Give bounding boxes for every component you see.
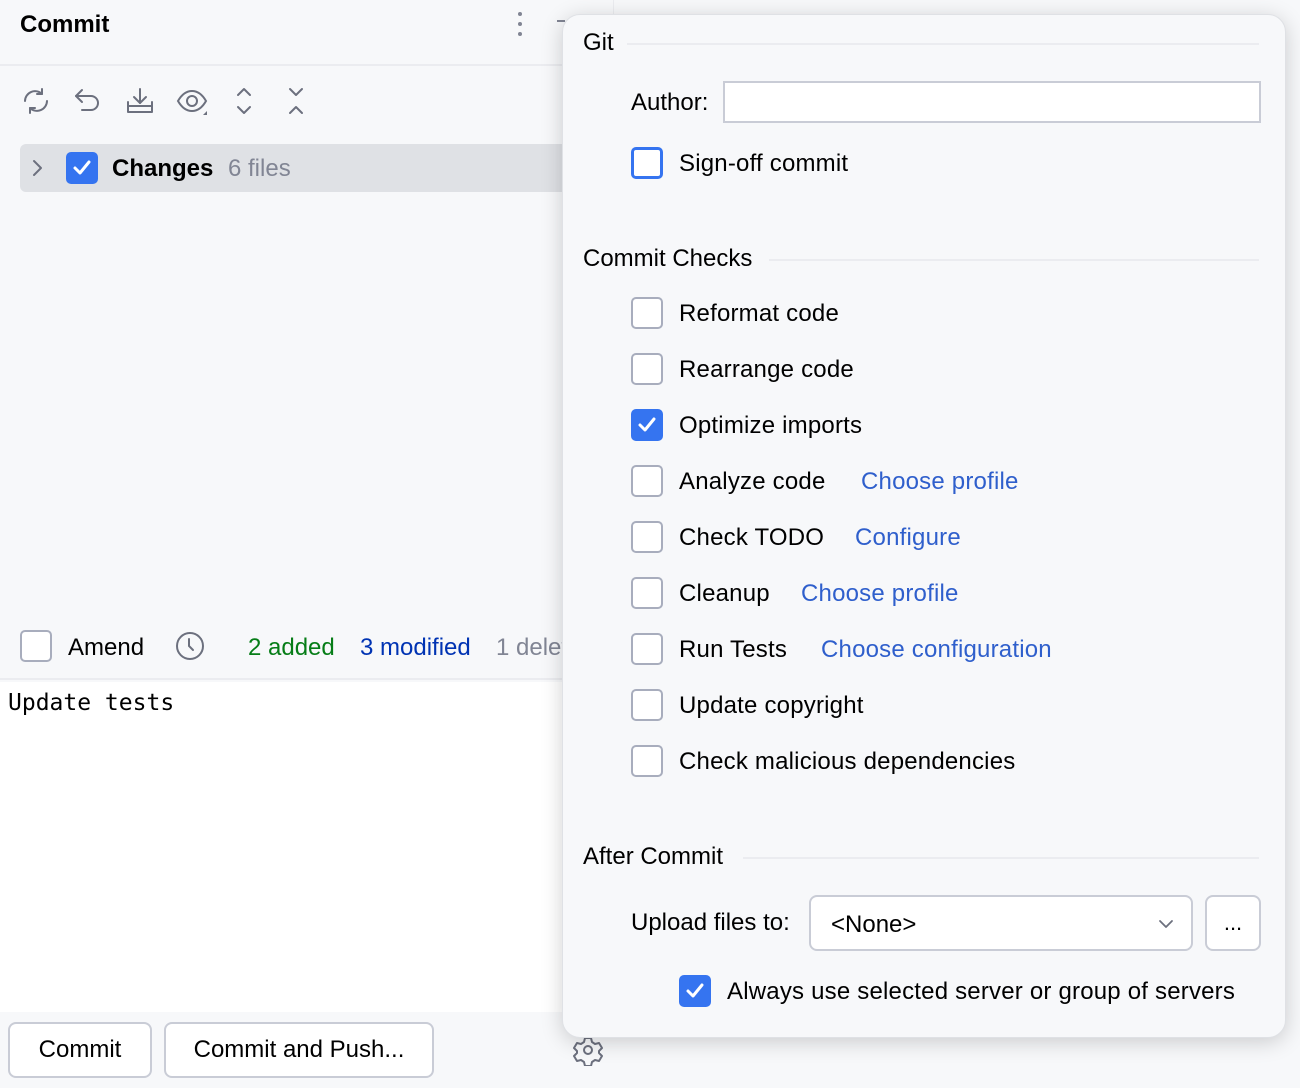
git-section-divider	[627, 43, 1259, 45]
more-options-icon[interactable]	[514, 12, 526, 40]
after-commit-section-title: After Commit	[583, 843, 724, 870]
commit-check-label[interactable]: Run Tests	[679, 636, 787, 664]
commit-panel: Commit Changes 6 files Amend 2 added 3 m…	[0, 0, 614, 1088]
commit-status-row: Amend 2 added 3 modified 1 deleted	[0, 620, 614, 680]
commit-check-label[interactable]: Rearrange code	[679, 356, 854, 384]
commit-check-label[interactable]: Check malicious dependencies	[679, 748, 1015, 776]
commit-toolbar	[18, 84, 314, 118]
upload-server-dropdown[interactable]: <None>	[809, 895, 1193, 951]
refresh-icon	[24, 88, 48, 114]
commit-button[interactable]: Commit	[8, 1022, 152, 1078]
commit-check-label[interactable]: Reformat code	[679, 300, 839, 328]
commit-check-label[interactable]: Cleanup	[679, 580, 770, 608]
chevron-down-icon	[1159, 920, 1173, 928]
commit-message-editor[interactable]: Update tests	[0, 682, 614, 1012]
rollback-icon	[75, 89, 99, 111]
changes-checkbox[interactable]	[66, 152, 98, 184]
checkmark-icon	[73, 160, 91, 175]
commit-tool-window: Commit Changes 6 files Amend 2 added 3 m…	[0, 0, 1300, 1088]
view-options-button[interactable]	[174, 84, 210, 118]
shelve-button[interactable]	[122, 84, 158, 118]
panel-title: Commit	[20, 11, 110, 38]
commit-check-checkbox[interactable]	[631, 689, 663, 721]
commit-check-checkbox[interactable]	[631, 353, 663, 385]
commit-actions: Commit Commit and Push...	[0, 1012, 614, 1088]
changes-count: 6 files	[228, 155, 291, 182]
commit-check-link[interactable]: Choose profile	[801, 580, 959, 608]
changes-node[interactable]: Changes 6 files	[20, 144, 614, 192]
commit-check-link[interactable]: Choose configuration	[821, 636, 1052, 664]
chevron-right-icon[interactable]	[30, 158, 44, 178]
signoff-checkbox[interactable]	[631, 147, 663, 179]
commit-check-link[interactable]: Configure	[855, 524, 961, 552]
commit-check-label[interactable]: Update copyright	[679, 692, 864, 720]
collapse-all-button[interactable]	[278, 84, 314, 118]
author-input[interactable]	[723, 81, 1261, 123]
checkmark-icon	[638, 417, 656, 432]
commit-checks-divider	[769, 259, 1259, 261]
changes-label: Changes	[112, 155, 214, 182]
author-label: Author:	[631, 89, 709, 116]
expand-all-icon	[237, 88, 251, 114]
upload-server-value: <None>	[831, 911, 917, 938]
commit-check-label[interactable]: Check TODO	[679, 524, 824, 552]
gear-icon[interactable]	[572, 1034, 604, 1066]
commit-and-push-button[interactable]: Commit and Push...	[164, 1022, 434, 1078]
commit-check-checkbox[interactable]	[631, 465, 663, 497]
commit-checks-section-title: Commit Checks	[583, 245, 753, 272]
refresh-button[interactable]	[18, 84, 54, 118]
commit-check-link[interactable]: Choose profile	[861, 468, 1019, 496]
expand-all-button[interactable]	[226, 84, 262, 118]
amend-checkbox[interactable]	[20, 630, 52, 662]
history-icon[interactable]	[174, 630, 206, 662]
commit-message-text[interactable]: Update tests	[8, 690, 174, 716]
git-section-title: Git	[583, 29, 614, 56]
commit-check-label[interactable]: Optimize imports	[679, 412, 862, 440]
commit-check-checkbox[interactable]	[631, 577, 663, 609]
after-commit-divider	[743, 857, 1259, 859]
commit-check-checkbox[interactable]	[631, 745, 663, 777]
commit-check-checkbox[interactable]	[631, 297, 663, 329]
signoff-label[interactable]: Sign-off commit	[679, 150, 848, 178]
rollback-button[interactable]	[70, 84, 106, 118]
commit-options-popup: Git Author: Sign-off commit Commit Check…	[562, 14, 1286, 1038]
always-use-server-checkbox[interactable]	[679, 975, 711, 1007]
amend-label[interactable]: Amend	[68, 634, 144, 662]
commit-check-checkbox[interactable]	[631, 633, 663, 665]
commit-check-label[interactable]: Analyze code	[679, 468, 826, 496]
always-use-server-label[interactable]: Always use selected server or group of s…	[727, 978, 1235, 1006]
upload-files-label: Upload files to:	[631, 909, 790, 936]
commit-check-checkbox[interactable]	[631, 409, 663, 441]
commit-check-checkbox[interactable]	[631, 521, 663, 553]
deleted-count: 1 deleted	[496, 634, 562, 661]
configure-servers-button[interactable]: ...	[1205, 895, 1261, 951]
checkmark-icon	[686, 983, 704, 998]
panel-header: Commit	[0, 0, 614, 66]
modified-count: 3 modified	[360, 634, 471, 661]
shelve-icon	[127, 88, 153, 113]
eye-icon	[176, 89, 208, 115]
collapse-all-icon	[289, 88, 303, 114]
added-count: 2 added	[248, 634, 335, 661]
